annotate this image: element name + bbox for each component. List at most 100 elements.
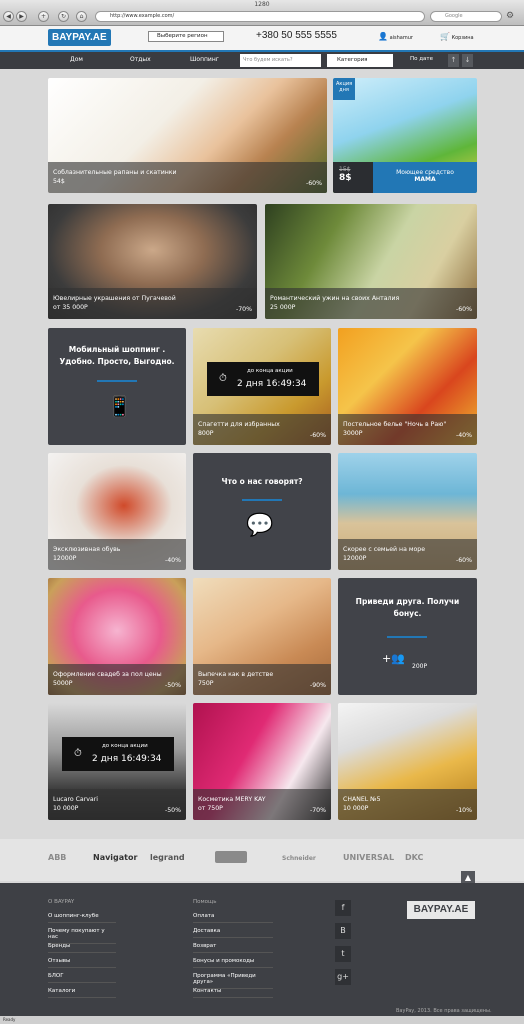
brand-logo[interactable]: DKC xyxy=(405,853,423,862)
deal-tile[interactable]: Эксклюзивная обувь 12000Р -40% xyxy=(48,453,186,570)
gear-icon[interactable]: ⚙ xyxy=(506,11,514,21)
twitter-icon[interactable]: t xyxy=(335,946,351,962)
deal-price: 3000Р xyxy=(343,430,363,437)
footer-link[interactable]: Почему покупают у нас xyxy=(48,928,116,944)
deal-caption: Оформление свадеб за пол цены 5000Р -50% xyxy=(48,664,186,695)
back-icon[interactable]: ◀ xyxy=(3,11,14,22)
deal-tile[interactable]: ⏱ до конца акции 2 дня 16:49:34 Lucaro Car… xyxy=(48,703,186,820)
menu-item-shopping[interactable]: Шоппинг xyxy=(190,56,219,63)
deal-discount: -60% xyxy=(456,557,472,564)
copyright: BayPay, 2013. Все права защищены. xyxy=(396,1008,492,1014)
menu-item-home[interactable]: Дом xyxy=(70,56,83,63)
region-select[interactable]: Выберите регион xyxy=(148,31,224,42)
brand-logo[interactable]: legrand xyxy=(150,853,185,862)
mobile-shopping-promo[interactable]: Мобильный шоппинг . Удобно. Просто, Выго… xyxy=(48,328,186,445)
deal-tile[interactable]: Соблазнительные рапаны и скатинки 54$ -60% xyxy=(48,78,327,193)
arrow-up-icon[interactable]: ↑ xyxy=(448,54,459,67)
address-bar[interactable]: http://www.example.com/ xyxy=(95,11,425,22)
add-icon[interactable]: + xyxy=(38,11,49,22)
deal-title: Ювелирные украшения от Пугачевой xyxy=(53,295,176,302)
deal-tile[interactable]: Постельное белье "Ночь в Раю" 3000Р -40% xyxy=(338,328,477,445)
footer-link[interactable]: БЛОГ xyxy=(48,973,116,983)
deal-price: 5000Р xyxy=(53,680,73,687)
footer-link[interactable]: Оплата xyxy=(193,913,273,923)
deal-caption: CHANEL №5 10 000Р -10% xyxy=(338,789,477,820)
phone-number: +380 50 555 5555 xyxy=(256,30,337,41)
deal-title: Романтический ужин на своих Анталия xyxy=(270,295,400,302)
footer-link[interactable]: Доставка xyxy=(193,928,273,938)
brand-logo[interactable]: Schneider xyxy=(282,855,316,862)
deal-tile[interactable]: Романтический ужин на своих Анталия 25 00… xyxy=(265,204,477,319)
footer-link[interactable]: Бонусы и промокоды xyxy=(193,958,273,968)
deal-caption: Lucaro Carvari 10 000Р -50% xyxy=(48,789,186,820)
deal-title: CHANEL №5 xyxy=(343,796,381,803)
footer-link[interactable]: Программа «Приведи друга» xyxy=(193,973,273,989)
chat-icon: 💬 xyxy=(246,513,274,538)
site-search-input[interactable]: Что будем искать? xyxy=(240,54,321,67)
home-icon[interactable]: ⌂ xyxy=(76,11,87,22)
deal-of-day-caption: Моющее средство МАМА xyxy=(373,162,477,193)
deal-tile[interactable]: Оформление свадеб за пол цены 5000Р -50% xyxy=(48,578,186,695)
google-plus-icon[interactable]: g+ xyxy=(335,969,351,985)
deal-tile[interactable]: CHANEL №5 10 000Р -10% xyxy=(338,703,477,820)
vk-icon[interactable]: B xyxy=(335,923,351,939)
deal-title: Выпечка как в детстве xyxy=(198,671,274,678)
category-select[interactable]: Категория xyxy=(327,54,393,67)
deal-tile[interactable]: Скорее с семьей на море 12000Р -60% xyxy=(338,453,477,570)
timer-label: до конца акции xyxy=(102,743,148,749)
brand-logo[interactable]: Navigator xyxy=(93,853,137,862)
footer: О BAYPAY О шоппинг-клубе Почему покупают… xyxy=(0,883,524,1024)
browser-search[interactable]: Google xyxy=(430,11,502,22)
cart-button[interactable]: 🛒 Корзина xyxy=(440,32,474,41)
promo-text: Приведи друга. Получи бонус. xyxy=(355,597,460,618)
stopwatch-icon: ⏱ xyxy=(219,373,227,384)
deal-tile[interactable]: Выпечка как в детстве 750Р -90% xyxy=(193,578,331,695)
menu-item-leisure[interactable]: Отдых xyxy=(130,56,151,63)
timer-value: 2 дня 16:49:34 xyxy=(92,754,162,764)
footer-link[interactable]: Отзывы xyxy=(48,958,116,968)
footer-logo[interactable]: BAYPAY.AE xyxy=(407,901,475,919)
divider xyxy=(242,499,282,501)
arrow-down-icon[interactable]: ↓ xyxy=(462,54,473,67)
deal-discount: -90% xyxy=(310,682,326,689)
footer-link[interactable]: Каталоги xyxy=(48,988,116,998)
deal-caption: Соблазнительные рапаны и скатинки 54$ -60% xyxy=(48,162,327,193)
facebook-icon[interactable]: f xyxy=(335,900,351,916)
old-price: 15$ xyxy=(339,166,351,173)
countdown-timer: ⏱ до конца акции 2 дня 16:49:34 xyxy=(207,362,319,396)
deal-tile[interactable]: Ювелирные украшения от Пугачевой от 35 00… xyxy=(48,204,257,319)
footer-link[interactable]: Бренды xyxy=(48,943,116,953)
deal-caption: Ювелирные украшения от Пугачевой от 35 00… xyxy=(48,288,257,319)
refer-friend-promo[interactable]: Приведи друга. Получи бонус. +👥 200Р xyxy=(338,578,477,695)
testimonials-promo[interactable]: Что о нас говорят? 💬 xyxy=(193,453,331,570)
cart-label: Корзина xyxy=(451,35,474,41)
deal-title: Моющее средство xyxy=(396,169,454,176)
status-bar: Ready xyxy=(0,1016,524,1024)
footer-link[interactable]: Возврат xyxy=(193,943,273,953)
add-friend-icon: +👥 xyxy=(382,652,405,665)
deal-title: Lucaro Carvari xyxy=(53,796,98,803)
deal-subtitle: МАМА xyxy=(414,176,436,183)
brand-logo[interactable]: UNIVERSAL xyxy=(343,853,394,862)
price-box: 15$ 8$ xyxy=(333,162,373,193)
deal-tile[interactable]: ⏱ до конца акции 2 дня 16:49:34 Спагетти д… xyxy=(193,328,331,445)
reload-icon[interactable]: ↻ xyxy=(58,11,69,22)
sort-by-date[interactable]: По дате xyxy=(410,56,433,62)
user-menu[interactable]: 👤 aishamur xyxy=(378,32,413,41)
promo-text: Что о нас говорят? xyxy=(221,477,303,486)
deal-price: 25 000Р xyxy=(270,304,296,311)
deal-discount: -60% xyxy=(306,180,322,187)
brand-logo[interactable]: ABB xyxy=(48,853,66,862)
brands-strip: ABB Navigator legrand Schneider UNIVERSA… xyxy=(0,839,524,881)
deal-tile[interactable]: Косметика MERY KAY от 750Р -70% xyxy=(193,703,331,820)
footer-link[interactable]: О шоппинг-клубе xyxy=(48,913,116,923)
divider xyxy=(97,380,137,382)
timer-label: до конца акции xyxy=(247,368,293,374)
footer-link[interactable]: Контакты xyxy=(193,988,273,998)
deal-caption: Спагетти для избранных 800Р -60% xyxy=(193,414,331,445)
forward-icon[interactable]: ▶ xyxy=(16,11,27,22)
deal-of-day-tile[interactable]: Акция дня 15$ 8$ Моющее средство МАМА xyxy=(333,78,477,193)
deal-price: 12000Р xyxy=(343,555,367,562)
logo[interactable]: BAYPAY.AE xyxy=(48,29,111,46)
brand-logo[interactable] xyxy=(215,851,247,863)
